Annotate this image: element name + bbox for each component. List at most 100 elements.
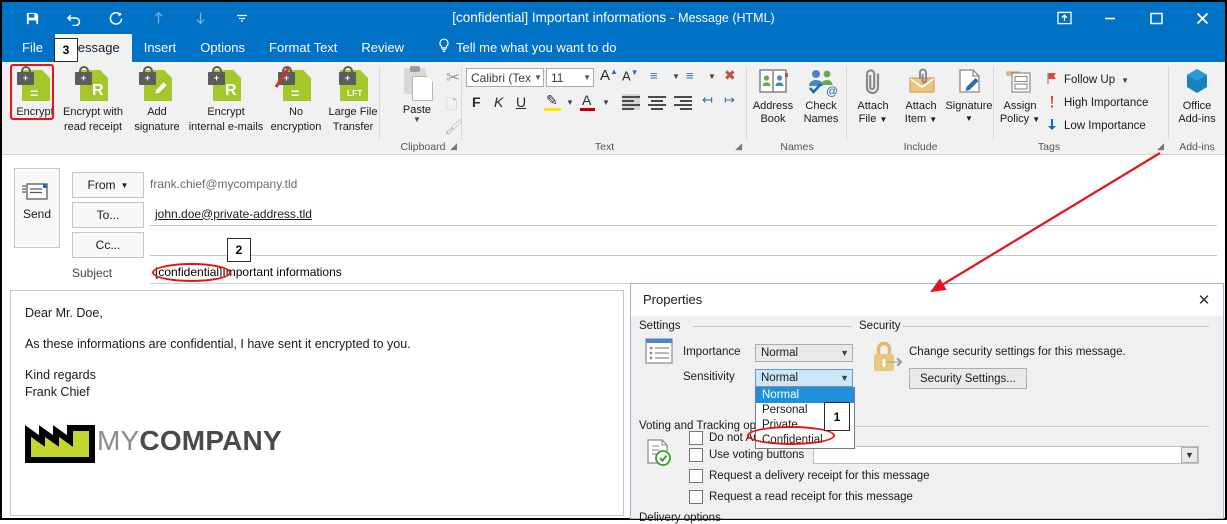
copy-icon[interactable]: 🗋 xyxy=(446,94,457,118)
do-not-autoarchive-checkbox[interactable] xyxy=(689,431,703,445)
read-receipt-row[interactable]: Request a read receipt for this message xyxy=(689,490,913,504)
encrypt-with-read-receipt-button[interactable]: R + Encrypt with read receipt xyxy=(58,64,128,133)
close-icon[interactable] xyxy=(1179,2,1225,34)
low-importance-button[interactable]: Low Importance xyxy=(1046,118,1146,134)
security-settings-button[interactable]: Security Settings... xyxy=(909,368,1027,389)
font-size-caret-icon[interactable]: ▼ xyxy=(580,73,591,82)
attach-file-button[interactable]: Attach File ▼ xyxy=(847,64,899,126)
to-field[interactable]: john.doe@private-address.tld xyxy=(150,202,1217,226)
add-signature-button[interactable]: + Add signature xyxy=(128,64,186,133)
font-size-box[interactable]: 11 ▼ xyxy=(546,68,594,87)
ribbon-display-options-icon[interactable] xyxy=(1041,2,1087,34)
font-color-icon[interactable]: A xyxy=(582,92,591,108)
message-body[interactable]: Dear Mr. Doe, As these informations are … xyxy=(10,290,624,516)
paste-button[interactable]: Paste ▼ xyxy=(392,66,442,124)
outlook-message-window: [confidential] Important informations - … xyxy=(0,0,1227,524)
clipboard-dialog-launcher[interactable]: ◢ xyxy=(450,141,457,152)
send-button[interactable]: Send xyxy=(14,168,60,248)
numbering-icon[interactable]: ≡ xyxy=(686,68,694,83)
paste-caret-icon[interactable]: ▼ xyxy=(392,116,442,124)
tab-format-text[interactable]: Format Text xyxy=(257,34,349,62)
cc-field[interactable] xyxy=(150,232,1217,256)
subject-rest: Important informations xyxy=(222,264,342,279)
bullets-caret-icon[interactable]: ▼ xyxy=(672,72,680,81)
tab-options[interactable]: Options xyxy=(188,34,257,62)
check-names-button[interactable]: @ Check Names xyxy=(795,64,847,125)
signature-caret-icon[interactable]: ▼ xyxy=(943,113,995,126)
use-voting-buttons-checkbox[interactable] xyxy=(689,448,703,462)
align-right-button[interactable] xyxy=(674,94,692,110)
format-painter-icon[interactable]: 🖌 xyxy=(444,118,463,136)
properties-close-icon[interactable]: ✕ xyxy=(1193,290,1215,310)
address-book-label-2: Book xyxy=(760,112,786,125)
ribbon-group-addins: Office Add-ins Add-ins xyxy=(1169,62,1225,154)
sensitivity-option-normal[interactable]: Normal xyxy=(756,388,854,403)
importance-label: Importance xyxy=(683,346,741,358)
sensitivity-option-confidential[interactable]: Confidential xyxy=(756,433,854,448)
no-encryption-button[interactable]: = + No encryption xyxy=(266,64,326,133)
decrease-indent-icon[interactable]: ↤ xyxy=(702,92,713,108)
bullets-icon[interactable]: ≡ xyxy=(650,68,658,83)
italic-button[interactable]: K xyxy=(494,94,503,110)
tab-file[interactable]: File xyxy=(10,34,55,62)
encrypt-internal-emails-button[interactable]: R + Encrypt internal e-mails xyxy=(186,64,266,133)
paste-icon xyxy=(400,66,434,104)
subject-field[interactable]: [confidential] Important informations xyxy=(150,260,1217,284)
shrink-font-icon[interactable]: A▼ xyxy=(622,68,639,83)
grow-font-icon[interactable]: A▲ xyxy=(600,67,618,84)
font-name-box[interactable]: Calibri (Tex ▼ xyxy=(466,68,544,87)
cc-button[interactable]: Cc... xyxy=(72,232,144,258)
include-group-label: Include xyxy=(903,141,938,153)
office-addins-button[interactable]: Office Add-ins xyxy=(1169,64,1225,125)
lightbulb-icon xyxy=(438,34,450,62)
read-receipt-checkbox[interactable] xyxy=(689,490,703,504)
from-button[interactable]: From ▼ xyxy=(72,172,144,198)
underline-button[interactable]: U xyxy=(516,94,526,110)
assign-policy-button[interactable]: Assign Policy ▼ xyxy=(994,64,1046,126)
ribbon-group-names: Address Book @ Check Names Names xyxy=(747,62,847,154)
font-color-caret-icon[interactable]: ▼ xyxy=(602,98,610,107)
tab-review[interactable]: Review xyxy=(349,34,416,62)
delivery-receipt-row[interactable]: Request a delivery receipt for this mess… xyxy=(689,469,930,483)
address-book-button[interactable]: Address Book xyxy=(747,64,799,125)
align-center-button[interactable] xyxy=(648,94,666,110)
tags-dialog-launcher[interactable]: ◢ xyxy=(1157,141,1164,152)
encrypt-button[interactable]: = + Encrypt xyxy=(4,64,66,119)
tags-group-label: Tags xyxy=(1037,141,1061,153)
down-arrow-icon xyxy=(1046,118,1058,134)
use-voting-buttons-row[interactable]: Use voting buttons xyxy=(689,448,804,462)
cut-icon[interactable]: ✂ xyxy=(446,68,460,88)
company-logo: MYCOMPANY xyxy=(25,419,282,463)
to-button[interactable]: To... xyxy=(72,202,144,228)
highlight-icon[interactable]: ✎ xyxy=(546,92,558,109)
minimize-icon[interactable] xyxy=(1087,2,1133,34)
tell-me-label: Tell me what you want to do xyxy=(456,40,617,55)
text-dialog-launcher[interactable]: ◢ xyxy=(735,141,742,152)
sensitivity-combo[interactable]: Normal ▼ xyxy=(755,369,853,387)
large-file-transfer-button[interactable]: LFT + Large File Transfer xyxy=(326,64,380,133)
follow-up-caret-icon[interactable]: ▼ xyxy=(1121,76,1129,85)
highlight-caret-icon[interactable]: ▼ xyxy=(566,98,574,107)
signature-button[interactable]: Signature ▼ xyxy=(943,64,995,125)
tell-me-box[interactable]: Tell me what you want to do xyxy=(438,34,616,62)
font-name-value: Calibri (Tex xyxy=(471,70,532,85)
importance-combo[interactable]: Normal ▼ xyxy=(755,344,853,362)
delivery-receipt-checkbox[interactable] xyxy=(689,469,703,483)
align-left-button[interactable] xyxy=(622,94,640,110)
voting-buttons-chevron-down-icon[interactable]: ▼ xyxy=(1181,447,1198,463)
clear-formatting-icon[interactable]: ✖ xyxy=(724,67,736,84)
assign-policy-label-2: Policy ▼ xyxy=(999,112,1041,125)
voting-buttons-field[interactable]: ▼ xyxy=(813,446,1199,464)
increase-indent-icon[interactable]: ↦ xyxy=(724,92,735,108)
font-color-bar xyxy=(580,108,595,111)
attach-item-button[interactable]: Attach Item ▼ xyxy=(895,64,947,126)
maximize-icon[interactable] xyxy=(1133,2,1179,34)
follow-up-button[interactable]: Follow Up ▼ xyxy=(1046,72,1129,88)
high-importance-button[interactable]: High Importance xyxy=(1046,95,1148,111)
tab-insert[interactable]: Insert xyxy=(132,34,189,62)
encrypt-internal-label-2: internal e-mails xyxy=(188,120,264,133)
body-paragraph-2: As these informations are confidential, … xyxy=(25,337,411,351)
bold-button[interactable]: F xyxy=(472,94,481,110)
font-name-caret-icon[interactable]: ▼ xyxy=(531,73,542,82)
numbering-caret-icon[interactable]: ▼ xyxy=(708,72,716,81)
